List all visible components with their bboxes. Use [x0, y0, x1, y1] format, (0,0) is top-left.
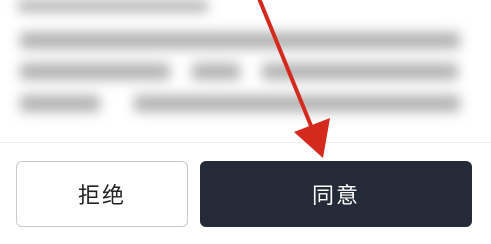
blurred-text-line — [20, 32, 460, 49]
reject-button-label: 拒绝 — [77, 184, 126, 209]
blurred-text-line — [262, 63, 458, 80]
blurred-agreement-text — [0, 0, 491, 140]
agree-button-label: 同意 — [311, 184, 360, 209]
blurred-text-line — [20, 95, 100, 112]
blurred-text-line — [18, 0, 208, 12]
blurred-text-line — [20, 63, 170, 80]
consent-dialog: 拒绝 同意 — [0, 0, 491, 244]
blurred-text-line — [192, 63, 240, 80]
blurred-text-line — [134, 95, 460, 112]
reject-button[interactable]: 拒绝 — [16, 161, 188, 227]
agree-button[interactable]: 同意 — [200, 161, 472, 227]
divider — [0, 142, 491, 143]
